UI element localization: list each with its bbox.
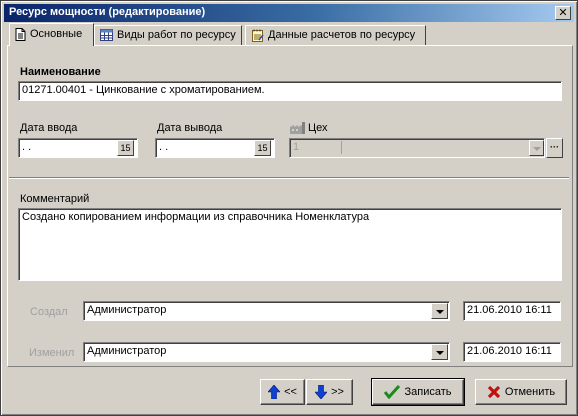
date-out-value: . .	[159, 141, 169, 153]
section-divider	[9, 177, 569, 179]
save-button[interactable]: Записать	[371, 378, 465, 406]
comment-label: Комментарий	[20, 193, 90, 205]
notepad-icon	[251, 29, 264, 42]
title-bar[interactable]: Ресурс мощности (редактирование) ✕	[4, 4, 574, 22]
cancel-button[interactable]: Отменить	[475, 379, 567, 405]
created-at-field: 21.06.2010 16:11	[463, 301, 561, 321]
calendar-icon: 15	[257, 143, 268, 153]
window-title: Ресурс мощности (редактирование)	[9, 6, 206, 18]
date-in-calendar-button[interactable]: 15	[117, 140, 134, 156]
prev-record-label: <<	[284, 386, 297, 398]
next-record-label: >>	[331, 386, 344, 398]
chevron-down-icon	[435, 350, 444, 355]
tab-work-types[interactable]: Виды работ по ресурсу	[94, 25, 242, 45]
tab-work-types-label: Виды работ по ресурсу	[117, 29, 236, 41]
modified-by-value: Администратор	[87, 345, 167, 357]
calendar-icon: 15	[120, 143, 131, 153]
chevron-down-icon	[435, 309, 444, 314]
date-in-label: Дата ввода	[20, 122, 78, 134]
tab-calc-data-label: Данные расчетов по ресурсу	[268, 29, 416, 41]
created-by-dropdown-button	[431, 303, 448, 319]
chevron-down-icon	[532, 146, 541, 151]
arrow-down-icon	[315, 385, 328, 399]
factory-icon	[290, 121, 306, 134]
next-record-button[interactable]: >>	[306, 379, 353, 405]
date-out-label: Дата вывода	[157, 122, 223, 134]
date-out-calendar-button[interactable]: 15	[254, 140, 271, 156]
workshop-browse-button[interactable]: ···	[546, 138, 563, 158]
tab-calc-data[interactable]: Данные расчетов по ресурсу	[245, 25, 426, 45]
tab-main-label: Основные	[30, 28, 83, 40]
modified-by-select: Администратор	[83, 342, 450, 362]
created-label: Создал	[30, 306, 68, 318]
created-by-value: Администратор	[87, 304, 167, 316]
arrow-up-icon	[268, 385, 281, 399]
checkmark-icon	[384, 385, 401, 399]
name-label: Наименование	[20, 66, 101, 78]
workshop-select: 1	[289, 138, 545, 158]
document-icon	[15, 28, 26, 41]
cross-icon	[487, 385, 501, 399]
cancel-label: Отменить	[504, 386, 556, 398]
modified-at-field: 21.06.2010 16:11	[463, 342, 561, 362]
close-icon: ✕	[558, 7, 568, 19]
workshop-label: Цех	[308, 122, 328, 134]
workshop-value: 1	[293, 141, 300, 153]
workshop-dropdown-button	[529, 140, 544, 156]
save-label: Записать	[404, 386, 452, 398]
prev-record-button[interactable]: <<	[260, 379, 305, 405]
ellipsis-icon: ···	[550, 142, 559, 152]
date-in-value: . .	[22, 141, 32, 153]
modified-label: Изменил	[29, 347, 75, 359]
created-by-select: Администратор	[83, 301, 450, 321]
tab-main[interactable]: Основные	[9, 23, 94, 46]
name-input[interactable]: 01271.00401 - Цинкование с хроматировани…	[18, 81, 562, 101]
modified-by-dropdown-button	[431, 344, 448, 360]
workshop-separator	[341, 141, 342, 154]
close-button[interactable]: ✕	[555, 6, 571, 20]
table-icon	[100, 29, 113, 41]
dialog-window: Ресурс мощности (редактирование) ✕ Основ…	[0, 0, 578, 416]
comment-textarea[interactable]: Создано копированием информации из справ…	[18, 208, 562, 281]
